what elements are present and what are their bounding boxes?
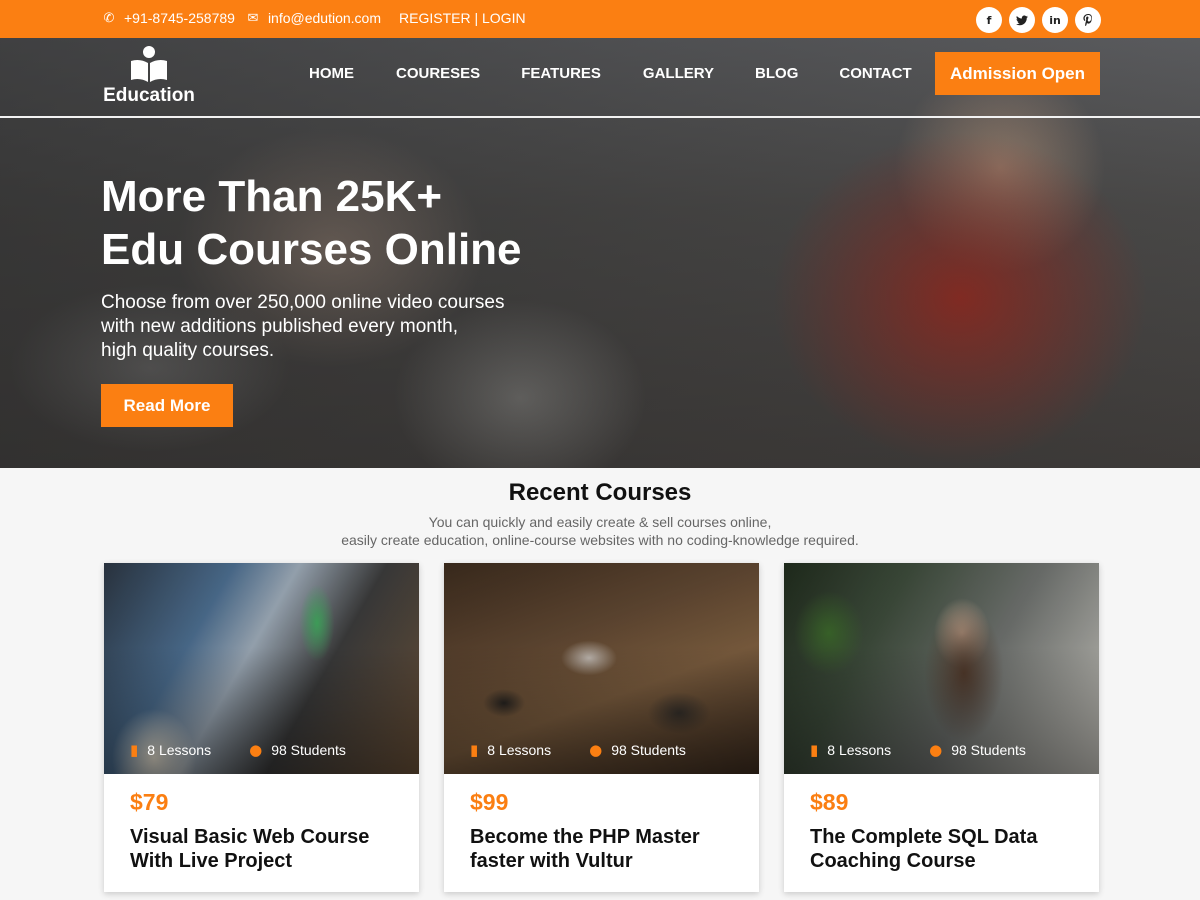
main-navigation: Education HOME COURESES FEATURES GALLERY… [0,38,1200,118]
auth-links: REGISTER | LOGIN [399,10,526,26]
students-count: 98 Students [271,742,346,758]
course-price: $79 [130,789,169,815]
hero-subtitle: Choose from over 250,000 online video co… [101,291,571,363]
course-card[interactable]: ▮ 8 Lessons ● 98 Students $89 The Complete… [784,563,1099,892]
lessons-count: 8 Lessons [147,742,212,758]
contact-info: ✆ +91-8745-258789 ✉ info@edution.com REG… [101,10,526,26]
course-price: $99 [470,789,509,815]
phone-icon: ✆ [103,10,115,25]
course-meta: ▮ 8 Lessons ● 98 Students [470,741,739,759]
hero-subtitle-line: with new additions published every month… [101,316,458,337]
auth-divider: | [474,10,479,26]
nav-item-contact[interactable]: CONTACT [839,65,911,82]
book-icon: ▮ [810,741,819,759]
hero-subtitle-line: high quality courses. [101,340,275,361]
students-count: 98 Students [611,742,686,758]
hero-subtitle-line: Choose from over 250,000 online video co… [101,292,505,313]
course-meta: ▮ 8 Lessons ● 98 Students [810,741,1079,759]
hero-title: More Than 25K+ Edu Courses Online [101,170,701,276]
top-bar: ✆ +91-8745-258789 ✉ info@edution.com REG… [0,0,1200,38]
facebook-icon[interactable]: f [976,7,1002,33]
lessons-count: 8 Lessons [487,742,552,758]
linkedin-icon[interactable]: in [1042,7,1068,33]
login-link[interactable]: LOGIN [482,10,526,26]
course-image[interactable]: ▮ 8 Lessons ● 98 Students [784,563,1099,774]
book-icon: ▮ [470,741,479,759]
course-price: $89 [810,789,849,815]
twitter-icon[interactable] [1009,7,1035,33]
course-meta: ▮ 8 Lessons ● 98 Students [130,741,399,759]
nav-menu: HOME COURESES FEATURES GALLERY BLOG CONT… [309,65,912,82]
students-count: 98 Students [951,742,1026,758]
phone-number[interactable]: +91-8745-258789 [124,10,235,26]
lessons-count: 8 Lessons [827,742,892,758]
course-card[interactable]: ▮ 8 Lessons ● 98 Students $99 Become the P… [444,563,759,892]
course-title[interactable]: The Complete SQL Data Coaching Course [810,825,1080,873]
email-address[interactable]: info@edution.com [268,10,381,26]
education-logo-icon [129,46,169,84]
course-title[interactable]: Visual Basic Web Course With Live Projec… [130,825,400,873]
nav-item-courses[interactable]: COURESES [396,65,480,82]
nav-item-blog[interactable]: BLOG [755,65,798,82]
site-logo[interactable]: Education [101,46,197,107]
user-icon: ● [249,741,263,759]
section-subtitle: You can quickly and easily create & sell… [0,513,1200,549]
nav-item-features[interactable]: FEATURES [521,65,601,82]
course-title[interactable]: Become the PHP Master faster with Vultur [470,825,740,873]
user-icon: ● [929,741,943,759]
user-icon: ● [589,741,603,759]
register-link[interactable]: REGISTER [399,10,471,26]
nav-item-gallery[interactable]: GALLERY [643,65,714,82]
read-more-button[interactable]: Read More [101,384,233,427]
hero-title-line: Edu Courses Online [101,225,522,274]
pinterest-icon[interactable] [1075,7,1101,33]
book-icon: ▮ [130,741,139,759]
section-subtitle-line: You can quickly and easily create & sell… [428,514,772,530]
email-icon: ✉ [247,10,259,25]
course-image[interactable]: ▮ 8 Lessons ● 98 Students [444,563,759,774]
section-subtitle-line: easily create education, online-course w… [341,532,859,548]
section-title: Recent Courses [508,479,692,506]
course-card[interactable]: ▮ 8 Lessons ● 98 Students $79 Visual Basic… [104,563,419,892]
social-links: f in [976,7,1101,33]
hero-content: More Than 25K+ Edu Courses Online Choose… [101,170,701,363]
hero-title-line: More Than 25K+ [101,172,443,221]
nav-item-home[interactable]: HOME [309,65,354,82]
course-image[interactable]: ▮ 8 Lessons ● 98 Students [104,563,419,774]
logo-text: Education [103,85,195,106]
admission-open-button[interactable]: Admission Open [935,52,1100,95]
